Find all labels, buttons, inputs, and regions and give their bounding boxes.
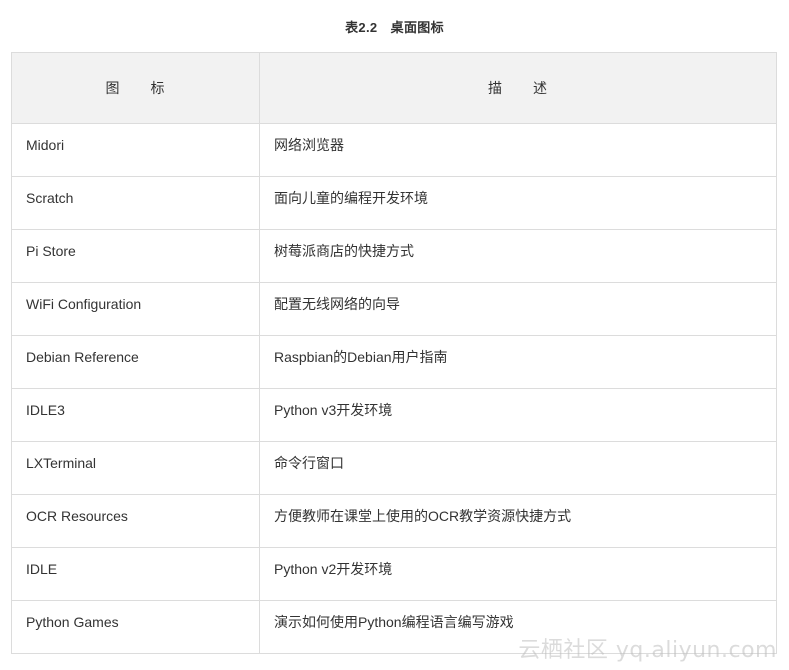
table-row: Debian Reference Raspbian的Debian用户指南	[11, 335, 777, 389]
header-icon: 图 标	[11, 52, 260, 124]
desktop-icons-table: 图 标 描 述 Midori 网络浏览器 Scratch 面向儿童的编程开发环境…	[11, 52, 777, 654]
table-row: IDLE Python v2开发环境	[11, 547, 777, 601]
icon-name-cell: IDLE3	[11, 388, 260, 442]
icon-name-cell: Debian Reference	[11, 335, 260, 389]
description-cell: Raspbian的Debian用户指南	[259, 335, 777, 389]
icon-name-cell: Scratch	[11, 176, 260, 230]
description-cell: 方便教师在课堂上使用的OCR教学资源快捷方式	[259, 494, 777, 548]
table-header-row: 图 标 描 述	[11, 52, 777, 124]
icon-name-cell: WiFi Configuration	[11, 282, 260, 336]
table-row: Midori 网络浏览器	[11, 123, 777, 177]
table-row: OCR Resources 方便教师在课堂上使用的OCR教学资源快捷方式	[11, 494, 777, 548]
icon-name-cell: Python Games	[11, 600, 260, 654]
description-cell: 命令行窗口	[259, 441, 777, 495]
table-row: LXTerminal 命令行窗口	[11, 441, 777, 495]
description-cell: 配置无线网络的向导	[259, 282, 777, 336]
icon-name-cell: IDLE	[11, 547, 260, 601]
icon-name-cell: LXTerminal	[11, 441, 260, 495]
description-cell: Python v2开发环境	[259, 547, 777, 601]
description-cell: 面向儿童的编程开发环境	[259, 176, 777, 230]
table-row: Scratch 面向儿童的编程开发环境	[11, 176, 777, 230]
icon-name-cell: OCR Resources	[11, 494, 260, 548]
description-cell: 网络浏览器	[259, 123, 777, 177]
table-row: WiFi Configuration 配置无线网络的向导	[11, 282, 777, 336]
description-cell: Python v3开发环境	[259, 388, 777, 442]
site-watermark: 云栖社区 yq.aliyun.com	[518, 638, 777, 663]
header-description: 描 述	[259, 52, 777, 124]
icon-name-cell: Midori	[11, 123, 260, 177]
table-caption: 表2.2 桌面图标	[345, 20, 444, 35]
description-cell: 树莓派商店的快捷方式	[259, 229, 777, 283]
icon-name-cell: Pi Store	[11, 229, 260, 283]
table-row: Pi Store 树莓派商店的快捷方式	[11, 229, 777, 283]
table-row: IDLE3 Python v3开发环境	[11, 388, 777, 442]
document-page: 表2.2 桌面图标 图 标 描 述 Midori 网络浏览器 Scratch 面…	[0, 0, 789, 670]
